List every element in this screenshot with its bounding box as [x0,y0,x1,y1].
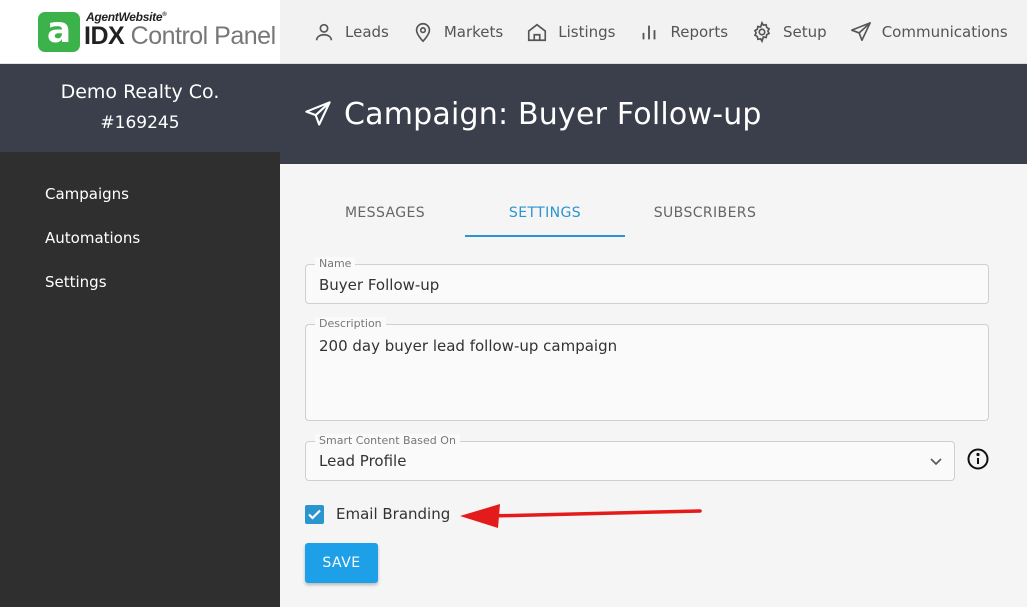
page-header: Campaign: Buyer Follow-up [280,64,1027,164]
description-field-value: 200 day buyer lead follow-up campaign [319,337,618,355]
nav-markets-label: Markets [443,22,504,41]
tab-subscribers[interactable]: SUBSCRIBERS [625,190,785,237]
sidebar-item-settings[interactable]: Settings [0,260,280,304]
nav-communications[interactable]: Communications [850,21,1008,43]
tab-settings[interactable]: SETTINGS [465,190,625,237]
gear-icon [753,20,771,43]
chevron-down-icon [930,458,942,466]
info-icon[interactable] [966,447,990,471]
sidebar-item-automations[interactable]: Automations [0,216,280,260]
tab-bar: MESSAGES SETTINGS SUBSCRIBERS [305,190,785,237]
user-icon [315,23,333,40]
nav-setup-label: Setup [783,22,827,41]
paper-plane-icon [305,101,331,126]
email-branding-checkbox[interactable] [305,505,324,524]
name-field[interactable]: Name Buyer Follow-up [305,257,989,304]
nav-setup[interactable]: Setup [751,20,827,43]
nav-listings-label: Listings [558,22,616,41]
nav-leads-label: Leads [345,22,389,41]
company-info: Demo Realty Co. #169245 [0,64,280,152]
check-icon [308,509,321,520]
logo-brand-bottom: IDX Control Panel [84,22,276,50]
map-pin-icon [415,22,431,42]
tab-messages[interactable]: MESSAGES [305,190,465,237]
name-field-label: Name [315,257,356,270]
nav-markets[interactable]: Markets [412,21,503,43]
nav-reports-label: Reports [670,22,729,41]
smart-content-label: Smart Content Based On [315,434,460,447]
logo[interactable]: a AgentWebsite® IDX Control Panel [0,0,280,64]
save-button[interactable]: SAVE [305,543,378,583]
nav-reports[interactable]: Reports [638,21,728,43]
smart-content-select[interactable]: Smart Content Based On Lead Profile [305,434,955,481]
paper-plane-icon [850,21,871,41]
page-title: Campaign: Buyer Follow-up [344,96,762,132]
sidebar-nav: Campaigns Automations Settings [0,172,280,304]
logo-mark: a [38,12,80,52]
description-field-label: Description [315,317,386,330]
email-branding-label[interactable]: Email Branding [336,505,450,523]
bar-chart-icon [643,25,656,39]
nav-listings[interactable]: Listings [526,21,615,43]
annotation-arrow-icon [460,504,702,528]
company-name: Demo Realty Co. [60,81,220,103]
top-nav: Leads Markets Listings Reports Setup Com… [280,0,1027,64]
sidebar-item-campaigns[interactable]: Campaigns [0,172,280,216]
house-icon [528,23,547,41]
description-field[interactable]: Description 200 day buyer lead follow-up… [305,317,989,421]
nav-communications-label: Communications [881,22,1008,41]
company-id: #169245 [100,113,180,133]
nav-leads[interactable]: Leads [313,21,389,43]
smart-content-value: Lead Profile [319,452,407,470]
name-field-value: Buyer Follow-up [319,276,440,294]
sidebar: a AgentWebsite® IDX Control Panel Demo R… [0,0,280,607]
